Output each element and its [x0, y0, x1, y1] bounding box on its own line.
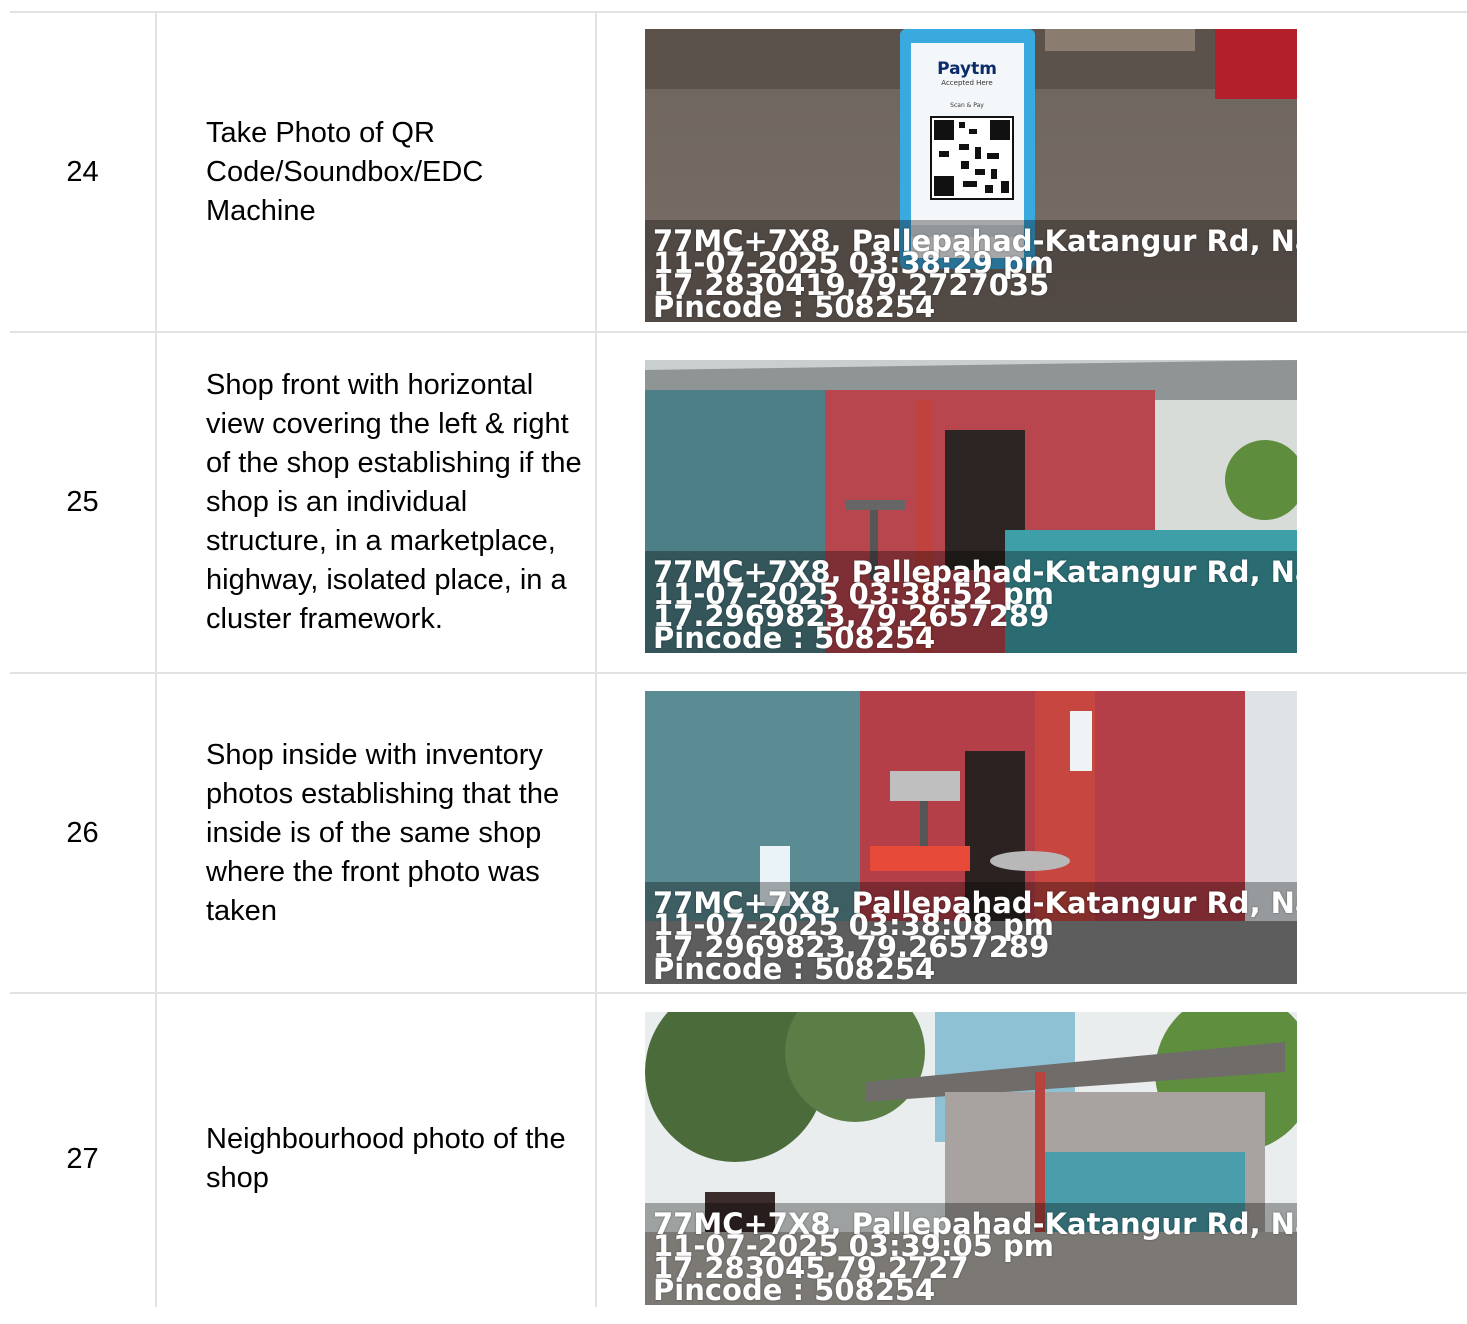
column-divider [155, 13, 157, 331]
column-divider [595, 994, 597, 1307]
column-divider [155, 333, 157, 672]
photo-geotag: 77MC+7X8, Pallepahad-Katangur Rd, Nakkal… [653, 558, 1297, 653]
row-description: Neighbourhood photo of the shop [206, 1123, 566, 1194]
column-divider [595, 333, 597, 672]
photo-geotag: 77MC+7X8, Pallepahad-Katangur Rd, Nakkal… [653, 889, 1297, 984]
row-description: Take Photo of QR Code/Soundbox/EDC Machi… [206, 116, 484, 227]
row-number: 26 [66, 816, 99, 849]
sign-scan: Scan & Pay [950, 102, 984, 109]
table-row: 26 Shop inside with inventory photos est… [10, 674, 1467, 994]
row-number: 27 [66, 1142, 99, 1175]
shop-inside-photo: 77MC+7X8, Pallepahad-Katangur Rd, Nakkal… [645, 691, 1297, 984]
row-number: 25 [66, 486, 99, 518]
column-divider [155, 994, 157, 1307]
table-row: 25 Shop front with horizontal view cover… [10, 333, 1467, 674]
neighbourhood-photo: 77MC+7X8, Pallepahad-Katangur Rd, Nakkal… [645, 1012, 1297, 1305]
column-divider [595, 13, 597, 331]
sign-brand: Paytm [937, 59, 997, 79]
photo-geotag: 77MC+7X8, Pallepahad-Katangur Rd, Nakkal… [653, 227, 1297, 322]
row-number: 24 [66, 155, 99, 188]
table-row: 27 Neighbourhood photo of the shop 77MC+… [10, 994, 1467, 1307]
column-divider [595, 674, 597, 992]
column-divider [155, 674, 157, 992]
sign-sub: Accepted Here [941, 79, 992, 87]
shop-front-photo: 77MC+7X8, Pallepahad-Katangur Rd, Nakkal… [645, 360, 1297, 653]
photo-pincode: Pincode : 508254 [653, 1273, 936, 1305]
qr-code-photo: Paytm Accepted Here Scan & Pay 77MC+7X8,… [645, 29, 1297, 322]
row-description: Shop inside with inventory photos establ… [206, 738, 560, 927]
evidence-table: 24 Take Photo of QR Code/Soundbox/EDC Ma… [10, 11, 1467, 1307]
table-row: 24 Take Photo of QR Code/Soundbox/EDC Ma… [10, 13, 1467, 333]
row-description: Shop front with horizontal view covering… [206, 369, 582, 635]
photo-geotag: 77MC+7X8, Pallepahad-Katangur Rd, Nakkal… [653, 1210, 1297, 1305]
